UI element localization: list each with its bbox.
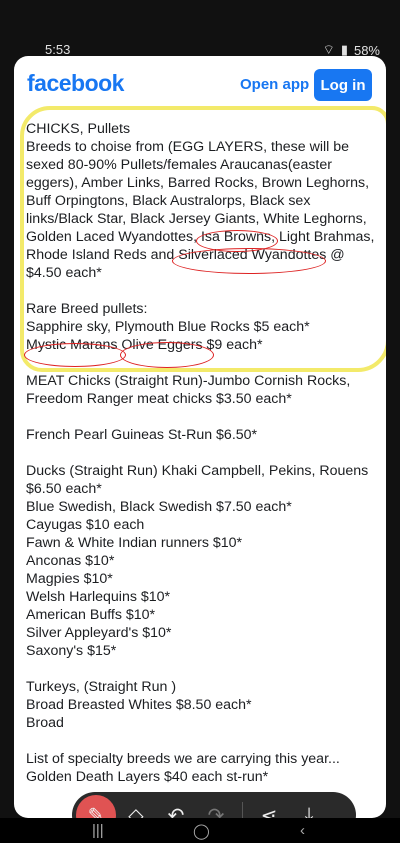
facebook-logo[interactable]: facebook — [27, 70, 124, 97]
post-line: Silver Appleyard's $10* — [26, 625, 172, 641]
post-line: CHICKS, Pullets — [26, 121, 131, 137]
post-line: American Buffs $10* — [26, 607, 156, 623]
post-line: Ducks (Straight Run) Khaki Campbell, Pek… — [26, 463, 369, 497]
post-line: Blue Swedish, Black Swedish $7.50 each* — [26, 499, 292, 515]
post-line: Mystic Marans Olive Eggers $9 each* — [26, 337, 263, 353]
facebook-header: facebook Open app Log in — [14, 56, 386, 114]
redo-icon[interactable]: ↷ — [196, 795, 236, 819]
undo-icon[interactable]: ↶ — [156, 795, 196, 819]
post-line: Sapphire sky, Plymouth Blue Rocks $5 eac… — [26, 319, 310, 335]
login-button[interactable]: Log in — [314, 69, 372, 101]
recents-icon[interactable]: ||| — [92, 822, 104, 839]
post-line: Breeds to choise from (EGG LAYERS, these… — [26, 139, 375, 281]
post-line: Golden Death Layers $40 each st-run* — [26, 769, 269, 785]
pen-icon[interactable]: ✎ — [76, 795, 116, 818]
back-icon[interactable]: ‹ — [300, 822, 305, 839]
edit-toolbar: ✎ ◇ ↶ ↷ ⋖ ⤓ — [72, 792, 356, 818]
open-app-link[interactable]: Open app — [240, 76, 309, 93]
navigation-bar: ||| ◯ ‹ — [0, 818, 400, 843]
post-line: French Pearl Guineas St-Run $6.50* — [26, 427, 258, 443]
post-line: List of specialty breeds we are carrying… — [26, 751, 340, 767]
post-line: Saxony's $15* — [26, 643, 117, 659]
save-icon[interactable]: ⤓ — [289, 795, 329, 819]
post-line: Broad — [26, 715, 64, 731]
post-line: Welsh Harlequins $10* — [26, 589, 171, 605]
post-line: MEAT Chicks (Straight Run)-Jumbo Cornish… — [26, 373, 351, 407]
toolbar-divider — [242, 802, 243, 818]
post-line: Fawn & White Indian runners $10* — [26, 535, 243, 551]
home-icon[interactable]: ◯ — [193, 822, 210, 840]
screenshot-sheet: facebook Open app Log in CHICKS, Pullets… — [14, 56, 386, 818]
post-line: Rare Breed pullets: — [26, 301, 148, 317]
post-line: Magpies $10* — [26, 571, 113, 587]
post-line: Turkeys, (Straight Run ) — [26, 679, 177, 695]
post-line: Cayugas $10 each — [26, 517, 145, 533]
post-line: Broad Breasted Whites $8.50 each* — [26, 697, 252, 713]
eraser-icon[interactable]: ◇ — [116, 795, 156, 819]
share-icon[interactable]: ⋖ — [249, 795, 289, 819]
status-time: 5:53 — [45, 42, 71, 57]
post-text: CHICKS, Pullets Breeds to choise from (EG… — [26, 120, 378, 786]
post-line: Anconas $10* — [26, 553, 115, 569]
status-bar: 5:53 ⌔ ▮ 58% — [0, 0, 400, 58]
